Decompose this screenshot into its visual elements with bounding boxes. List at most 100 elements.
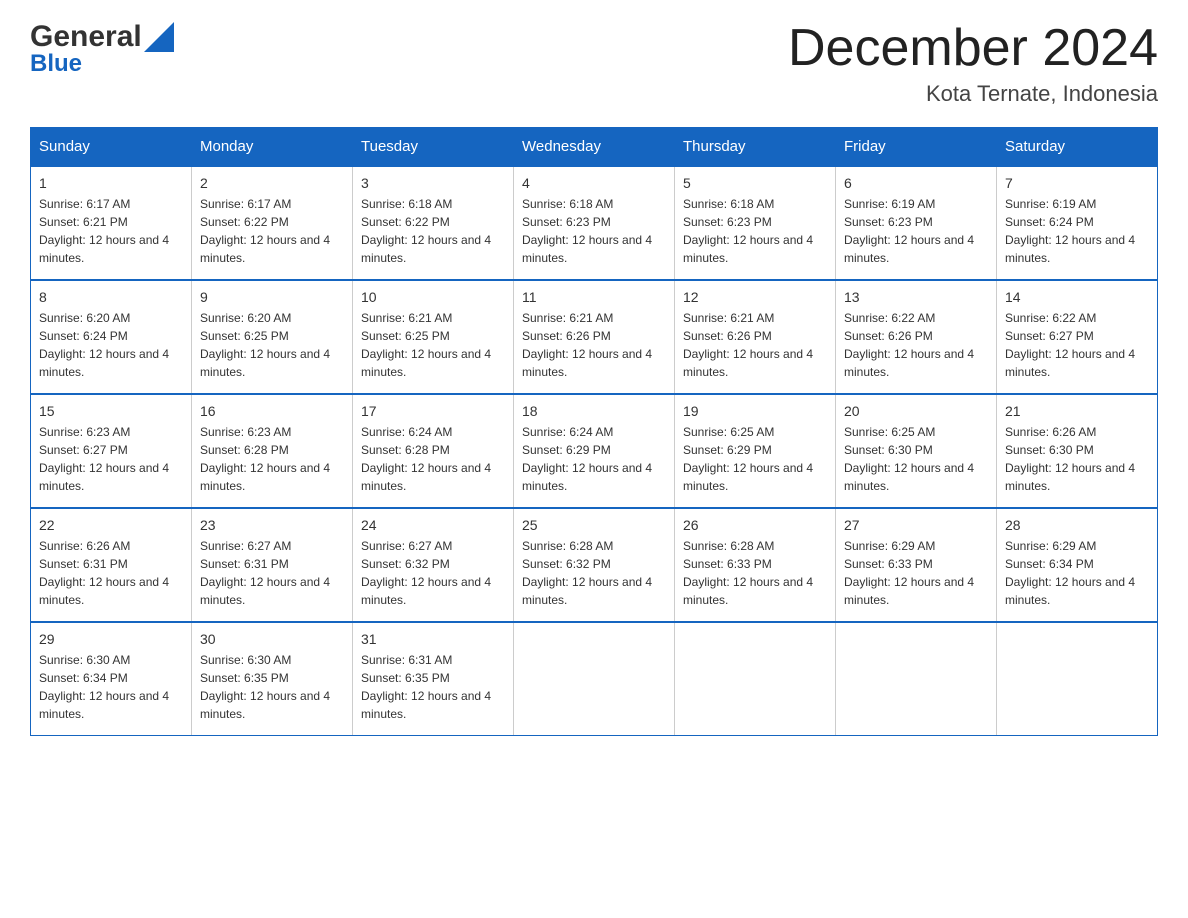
day-info: Sunrise: 6:29 AMSunset: 6:34 PMDaylight:… bbox=[1005, 537, 1149, 609]
day-info: Sunrise: 6:31 AMSunset: 6:35 PMDaylight:… bbox=[361, 651, 505, 723]
day-info: Sunrise: 6:21 AMSunset: 6:26 PMDaylight:… bbox=[683, 309, 827, 381]
calendar-cell: 16 Sunrise: 6:23 AMSunset: 6:28 PMDayligh… bbox=[192, 394, 353, 508]
day-number: 10 bbox=[361, 289, 505, 305]
day-info: Sunrise: 6:28 AMSunset: 6:32 PMDaylight:… bbox=[522, 537, 666, 609]
day-info: Sunrise: 6:20 AMSunset: 6:24 PMDaylight:… bbox=[39, 309, 183, 381]
day-number: 19 bbox=[683, 403, 827, 419]
day-info: Sunrise: 6:26 AMSunset: 6:30 PMDaylight:… bbox=[1005, 423, 1149, 495]
day-header-monday: Monday bbox=[192, 128, 353, 167]
day-info: Sunrise: 6:18 AMSunset: 6:23 PMDaylight:… bbox=[522, 195, 666, 267]
day-number: 25 bbox=[522, 517, 666, 533]
day-number: 2 bbox=[200, 175, 344, 191]
day-info: Sunrise: 6:22 AMSunset: 6:27 PMDaylight:… bbox=[1005, 309, 1149, 381]
calendar-cell: 4 Sunrise: 6:18 AMSunset: 6:23 PMDaylight… bbox=[514, 166, 675, 280]
calendar-cell: 14 Sunrise: 6:22 AMSunset: 6:27 PMDayligh… bbox=[997, 280, 1158, 394]
day-number: 6 bbox=[844, 175, 988, 191]
day-number: 12 bbox=[683, 289, 827, 305]
calendar-cell: 23Sunrise: 6:27 AMSunset: 6:31 PMDayligh… bbox=[192, 508, 353, 622]
calendar-cell: 9 Sunrise: 6:20 AMSunset: 6:25 PMDaylight… bbox=[192, 280, 353, 394]
calendar-cell: 1Sunrise: 6:17 AMSunset: 6:21 PMDaylight… bbox=[31, 166, 192, 280]
day-number: 9 bbox=[200, 289, 344, 305]
calendar-cell: 31 Sunrise: 6:31 AMSunset: 6:35 PMDayligh… bbox=[353, 622, 514, 736]
logo: General Blue bbox=[30, 20, 174, 78]
location-text: Kota Ternate, Indonesia bbox=[788, 81, 1158, 107]
day-header-thursday: Thursday bbox=[675, 128, 836, 167]
day-info: Sunrise: 6:20 AMSunset: 6:25 PMDaylight:… bbox=[200, 309, 344, 381]
day-number: 16 bbox=[200, 403, 344, 419]
calendar-header-row: SundayMondayTuesdayWednesdayThursdayFrid… bbox=[31, 128, 1158, 167]
day-info: Sunrise: 6:19 AMSunset: 6:23 PMDaylight:… bbox=[844, 195, 988, 267]
calendar-table: SundayMondayTuesdayWednesdayThursdayFrid… bbox=[30, 127, 1158, 736]
title-section: December 2024 Kota Ternate, Indonesia bbox=[788, 20, 1158, 107]
calendar-cell: 18 Sunrise: 6:24 AMSunset: 6:29 PMDayligh… bbox=[514, 394, 675, 508]
calendar-cell: 27Sunrise: 6:29 AMSunset: 6:33 PMDayligh… bbox=[836, 508, 997, 622]
page-header: General Blue December 2024 Kota Ternate,… bbox=[30, 20, 1158, 107]
day-number: 13 bbox=[844, 289, 988, 305]
calendar-cell: 11Sunrise: 6:21 AMSunset: 6:26 PMDayligh… bbox=[514, 280, 675, 394]
day-number: 30 bbox=[200, 631, 344, 647]
day-header-sunday: Sunday bbox=[31, 128, 192, 167]
day-info: Sunrise: 6:22 AMSunset: 6:26 PMDaylight:… bbox=[844, 309, 988, 381]
day-number: 15 bbox=[39, 403, 183, 419]
day-header-friday: Friday bbox=[836, 128, 997, 167]
day-number: 23 bbox=[200, 517, 344, 533]
day-info: Sunrise: 6:21 AMSunset: 6:26 PMDaylight:… bbox=[522, 309, 666, 381]
calendar-cell: 25 Sunrise: 6:28 AMSunset: 6:32 PMDayligh… bbox=[514, 508, 675, 622]
calendar-week-row: 8Sunrise: 6:20 AMSunset: 6:24 PMDaylight… bbox=[31, 280, 1158, 394]
day-header-wednesday: Wednesday bbox=[514, 128, 675, 167]
calendar-cell: 7Sunrise: 6:19 AMSunset: 6:24 PMDaylight… bbox=[997, 166, 1158, 280]
calendar-cell: 26Sunrise: 6:28 AMSunset: 6:33 PMDayligh… bbox=[675, 508, 836, 622]
day-number: 22 bbox=[39, 517, 183, 533]
day-number: 21 bbox=[1005, 403, 1149, 419]
calendar-cell: 17Sunrise: 6:24 AMSunset: 6:28 PMDayligh… bbox=[353, 394, 514, 508]
day-number: 14 bbox=[1005, 289, 1149, 305]
day-info: Sunrise: 6:24 AMSunset: 6:29 PMDaylight:… bbox=[522, 423, 666, 495]
day-info: Sunrise: 6:23 AMSunset: 6:28 PMDaylight:… bbox=[200, 423, 344, 495]
day-number: 31 bbox=[361, 631, 505, 647]
logo-general-text: General bbox=[30, 20, 142, 54]
calendar-cell bbox=[836, 622, 997, 736]
day-number: 4 bbox=[522, 175, 666, 191]
calendar-cell bbox=[514, 622, 675, 736]
calendar-cell: 21 Sunrise: 6:26 AMSunset: 6:30 PMDayligh… bbox=[997, 394, 1158, 508]
calendar-cell: 28 Sunrise: 6:29 AMSunset: 6:34 PMDayligh… bbox=[997, 508, 1158, 622]
calendar-cell: 19 Sunrise: 6:25 AMSunset: 6:29 PMDayligh… bbox=[675, 394, 836, 508]
day-number: 18 bbox=[522, 403, 666, 419]
calendar-cell bbox=[997, 622, 1158, 736]
calendar-week-row: 22 Sunrise: 6:26 AMSunset: 6:31 PMDayligh… bbox=[31, 508, 1158, 622]
day-info: Sunrise: 6:25 AMSunset: 6:30 PMDaylight:… bbox=[844, 423, 988, 495]
day-info: Sunrise: 6:29 AMSunset: 6:33 PMDaylight:… bbox=[844, 537, 988, 609]
calendar-cell: 13 Sunrise: 6:22 AMSunset: 6:26 PMDayligh… bbox=[836, 280, 997, 394]
calendar-week-row: 15 Sunrise: 6:23 AMSunset: 6:27 PMDayligh… bbox=[31, 394, 1158, 508]
calendar-cell: 12 Sunrise: 6:21 AMSunset: 6:26 PMDayligh… bbox=[675, 280, 836, 394]
calendar-cell: 29 Sunrise: 6:30 AMSunset: 6:34 PMDayligh… bbox=[31, 622, 192, 736]
calendar-cell: 20 Sunrise: 6:25 AMSunset: 6:30 PMDayligh… bbox=[836, 394, 997, 508]
day-number: 20 bbox=[844, 403, 988, 419]
day-info: Sunrise: 6:25 AMSunset: 6:29 PMDaylight:… bbox=[683, 423, 827, 495]
calendar-cell: 15 Sunrise: 6:23 AMSunset: 6:27 PMDayligh… bbox=[31, 394, 192, 508]
day-number: 5 bbox=[683, 175, 827, 191]
day-info: Sunrise: 6:18 AMSunset: 6:23 PMDaylight:… bbox=[683, 195, 827, 267]
day-info: Sunrise: 6:23 AMSunset: 6:27 PMDaylight:… bbox=[39, 423, 183, 495]
day-info: Sunrise: 6:24 AMSunset: 6:28 PMDaylight:… bbox=[361, 423, 505, 495]
day-info: Sunrise: 6:27 AMSunset: 6:32 PMDaylight:… bbox=[361, 537, 505, 609]
day-info: Sunrise: 6:26 AMSunset: 6:31 PMDaylight:… bbox=[39, 537, 183, 609]
day-info: Sunrise: 6:28 AMSunset: 6:33 PMDaylight:… bbox=[683, 537, 827, 609]
day-info: Sunrise: 6:18 AMSunset: 6:22 PMDaylight:… bbox=[361, 195, 505, 267]
logo-blue-text: Blue bbox=[30, 50, 82, 78]
calendar-cell: 30Sunrise: 6:30 AMSunset: 6:35 PMDayligh… bbox=[192, 622, 353, 736]
calendar-cell: 6 Sunrise: 6:19 AMSunset: 6:23 PMDaylight… bbox=[836, 166, 997, 280]
day-info: Sunrise: 6:30 AMSunset: 6:34 PMDaylight:… bbox=[39, 651, 183, 723]
calendar-cell: 5 Sunrise: 6:18 AMSunset: 6:23 PMDaylight… bbox=[675, 166, 836, 280]
day-header-saturday: Saturday bbox=[997, 128, 1158, 167]
month-title: December 2024 bbox=[788, 20, 1158, 77]
calendar-week-row: 1Sunrise: 6:17 AMSunset: 6:21 PMDaylight… bbox=[31, 166, 1158, 280]
calendar-cell bbox=[675, 622, 836, 736]
day-number: 29 bbox=[39, 631, 183, 647]
day-number: 3 bbox=[361, 175, 505, 191]
calendar-cell: 2Sunrise: 6:17 AMSunset: 6:22 PMDaylight… bbox=[192, 166, 353, 280]
day-number: 28 bbox=[1005, 517, 1149, 533]
calendar-cell: 3 Sunrise: 6:18 AMSunset: 6:22 PMDaylight… bbox=[353, 166, 514, 280]
day-info: Sunrise: 6:21 AMSunset: 6:25 PMDaylight:… bbox=[361, 309, 505, 381]
calendar-cell: 22 Sunrise: 6:26 AMSunset: 6:31 PMDayligh… bbox=[31, 508, 192, 622]
